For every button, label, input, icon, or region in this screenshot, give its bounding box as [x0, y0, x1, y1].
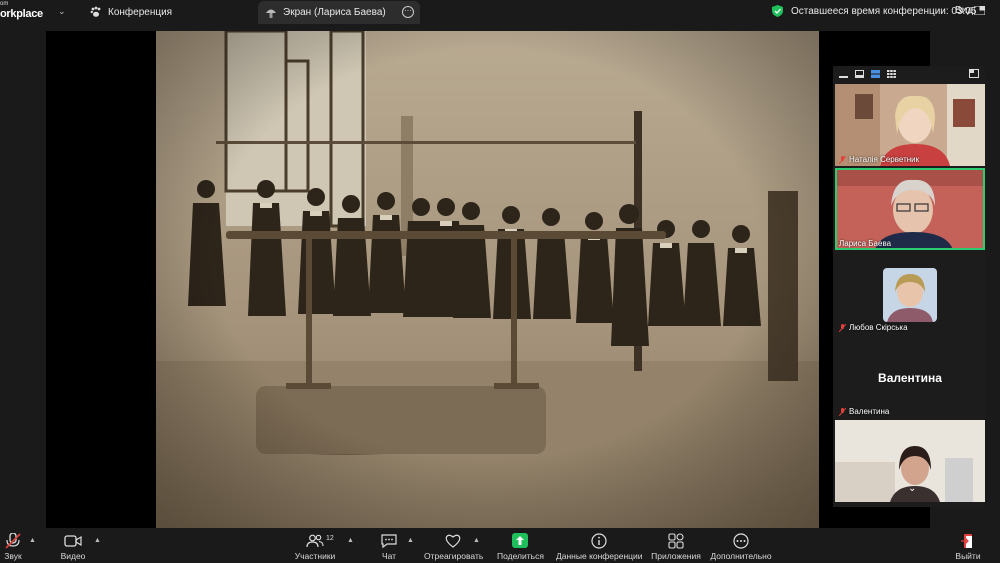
- heart-icon: [445, 534, 461, 548]
- participant-tile[interactable]: Наталія Серветник: [835, 84, 985, 166]
- tab-conference[interactable]: Конференция: [90, 4, 172, 20]
- participant-video: [835, 168, 985, 250]
- participant-video-panel: Наталія Серветник Лариса Баева Любов Скі…: [833, 66, 985, 507]
- leave-button[interactable]: Выйти: [952, 529, 984, 563]
- participant-tile-active[interactable]: Лариса Баева: [835, 168, 985, 250]
- app-logo: om orkplace: [0, 1, 50, 23]
- participant-name: Валентина: [849, 407, 890, 416]
- panel-header: [833, 66, 985, 82]
- participant-video: [835, 84, 985, 166]
- share-button[interactable]: Поделиться: [497, 529, 544, 563]
- leave-label: Выйти: [955, 551, 981, 561]
- single-view-icon[interactable]: [855, 70, 864, 78]
- meeting-toolbar: Звук ▲ Видео ▲ Участники 12 ▲ Чат ▲ Отре…: [0, 529, 1000, 563]
- shield-icon: [772, 5, 783, 17]
- people-icon: [306, 534, 324, 548]
- participant-name: Лариса Баева: [839, 239, 892, 248]
- participant-name-label: Любов Скірська: [839, 323, 908, 332]
- tab-screen-share[interactable]: Экран (Лариса Баева) ···: [258, 1, 420, 24]
- minimize-icon[interactable]: [839, 70, 848, 78]
- more-icon: [733, 533, 749, 549]
- paw-icon: [90, 6, 101, 17]
- participant-tile[interactable]: Любов Скірська: [835, 252, 985, 334]
- video-options-caret[interactable]: ▲: [94, 537, 101, 544]
- video-label: Видео: [60, 551, 86, 561]
- logo-large-text: orkplace: [0, 8, 43, 20]
- apps-label: Приложения: [651, 551, 701, 561]
- chat-button[interactable]: Чат: [378, 529, 400, 563]
- chevron-down-icon[interactable]: ⌄: [908, 483, 916, 494]
- participant-avatar: [883, 268, 937, 322]
- participant-name-label: Лариса Баева: [839, 239, 891, 248]
- camera-icon: [64, 535, 82, 547]
- share-screen-icon: [512, 533, 528, 548]
- more-button[interactable]: Дополнительно: [710, 529, 772, 563]
- audio-button[interactable]: Звук: [0, 529, 26, 563]
- participants-options-caret[interactable]: ▲: [347, 537, 354, 544]
- strip-view-icon[interactable]: [871, 70, 880, 78]
- meeting-info-button[interactable]: Данные конференции: [556, 529, 643, 563]
- chevron-down-icon[interactable]: ⌄: [58, 6, 68, 16]
- chat-options-caret[interactable]: ▲: [407, 537, 414, 544]
- tab-screen-share-label: Экран (Лариса Баева): [283, 7, 386, 18]
- popout-icon[interactable]: [969, 69, 979, 78]
- participant-display-name: Валентина: [878, 371, 942, 385]
- info-icon: [591, 533, 607, 549]
- react-options-caret[interactable]: ▲: [473, 537, 480, 544]
- tab-conference-label: Конференция: [108, 6, 173, 18]
- participants-count: 12: [326, 535, 334, 542]
- participant-name: Любов Скірська: [849, 323, 908, 332]
- more-options-icon[interactable]: ···: [402, 6, 414, 18]
- react-label: Отреагировать: [424, 551, 484, 561]
- mushroom-icon: [266, 9, 276, 18]
- audio-label: Звук: [4, 551, 22, 561]
- logo-small-text: om: [0, 1, 9, 7]
- participant-name-label: Валентина: [839, 407, 889, 416]
- zoom-window: om orkplace ⌄ Конференция Экран (Лариса …: [0, 0, 1000, 563]
- apps-button[interactable]: Приложения: [650, 529, 702, 563]
- participant-name: Наталія Серветник: [849, 155, 920, 164]
- meeting-info-label: Данные конференции: [556, 551, 643, 561]
- mic-muted-icon: [839, 323, 846, 332]
- meeting-timer: Оставшееся время конференции: 03:05: [772, 4, 976, 18]
- top-bar: om orkplace ⌄ Конференция Экран (Лариса …: [0, 0, 1000, 24]
- mic-muted-icon: [5, 533, 21, 549]
- participants-label: Участники: [294, 551, 336, 561]
- view-button[interactable]: Вид: [955, 5, 973, 16]
- participant-tile[interactable]: ⌄: [835, 420, 985, 502]
- timer-label: Оставшееся время конференции: 03:05: [791, 5, 977, 17]
- gallery-view-icon[interactable]: [887, 70, 896, 78]
- participant-name-label: Наталія Серветник: [839, 155, 919, 164]
- grid-view-icon[interactable]: [974, 6, 985, 15]
- more-label: Дополнительно: [710, 551, 772, 561]
- leave-icon: [961, 534, 972, 548]
- shared-photo: [156, 31, 819, 528]
- chat-label: Чат: [381, 551, 397, 561]
- share-label: Поделиться: [497, 551, 544, 561]
- video-button[interactable]: Видео: [58, 529, 88, 563]
- mic-muted-icon: [839, 155, 846, 164]
- apps-icon: [668, 533, 684, 549]
- participant-tile[interactable]: Валентина Валентина: [835, 336, 985, 418]
- audio-options-caret[interactable]: ▲: [29, 537, 36, 544]
- mic-muted-icon: [839, 407, 846, 416]
- shared-screen-area[interactable]: [46, 31, 930, 528]
- chat-icon: [381, 534, 397, 549]
- react-button[interactable]: Отреагировать: [424, 529, 484, 563]
